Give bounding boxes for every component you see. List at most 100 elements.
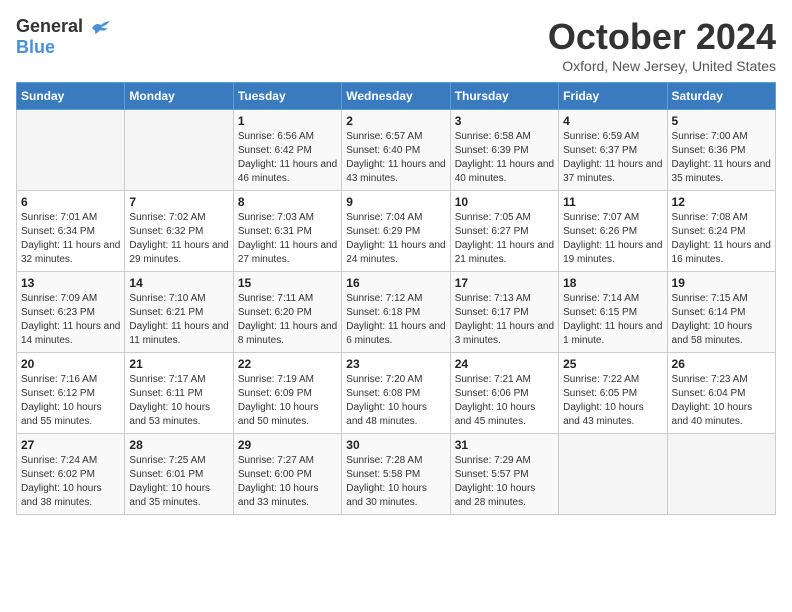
calendar-day-cell: 1 Sunrise: 6:56 AM Sunset: 6:42 PM Daylig… — [233, 110, 341, 191]
day-detail: Sunrise: 7:05 AM Sunset: 6:27 PM Dayligh… — [455, 211, 554, 267]
day-detail: Sunrise: 7:14 AM Sunset: 6:15 PM Dayligh… — [563, 292, 662, 348]
weekday-header: Thursday — [450, 83, 558, 110]
calendar-day-cell: 7 Sunrise: 7:02 AM Sunset: 6:32 PM Daylig… — [125, 191, 233, 272]
calendar-day-cell — [667, 434, 775, 515]
calendar-week-row: 20 Sunrise: 7:16 AM Sunset: 6:12 PM Dayli… — [17, 353, 776, 434]
calendar-day-cell: 13 Sunrise: 7:09 AM Sunset: 6:23 PM Dayli… — [17, 272, 125, 353]
day-number: 3 — [455, 114, 554, 128]
day-number: 31 — [455, 438, 554, 452]
day-detail: Sunrise: 7:19 AM Sunset: 6:09 PM Dayligh… — [238, 373, 337, 429]
day-number: 8 — [238, 195, 337, 209]
calendar-day-cell: 27Sunrise: 7:24 AM Sunset: 6:02 PM Dayli… — [17, 434, 125, 515]
calendar-day-cell: 9Sunrise: 7:04 AM Sunset: 6:29 PM Daylig… — [342, 191, 450, 272]
day-detail: Sunrise: 7:11 AM Sunset: 6:20 PM Dayligh… — [238, 292, 337, 348]
day-number: 23 — [346, 357, 445, 371]
calendar-day-cell: 30 Sunrise: 7:28 AM Sunset: 5:58 PM Dayli… — [342, 434, 450, 515]
day-number: 21 — [129, 357, 228, 371]
calendar-day-cell: 19 Sunrise: 7:15 AM Sunset: 6:14 PM Dayli… — [667, 272, 775, 353]
logo-blue-text: Blue — [16, 37, 55, 58]
day-detail: Sunrise: 7:22 AM Sunset: 6:05 PM Dayligh… — [563, 373, 662, 429]
day-detail: Sunrise: 7:09 AM Sunset: 6:23 PM Dayligh… — [21, 292, 120, 348]
day-number: 12 — [672, 195, 771, 209]
calendar-day-cell: 11 Sunrise: 7:07 AM Sunset: 6:26 PM Dayli… — [559, 191, 667, 272]
day-number: 30 — [346, 438, 445, 452]
calendar-day-cell: 24 Sunrise: 7:21 AM Sunset: 6:06 PM Dayli… — [450, 353, 558, 434]
location-text: Oxford, New Jersey, United States — [548, 58, 776, 74]
day-detail: Sunrise: 6:57 AM Sunset: 6:40 PM Dayligh… — [346, 130, 445, 186]
calendar-day-cell: 22 Sunrise: 7:19 AM Sunset: 6:09 PM Dayli… — [233, 353, 341, 434]
day-detail: Sunrise: 7:28 AM Sunset: 5:58 PM Dayligh… — [346, 454, 445, 510]
weekday-row: SundayMondayTuesdayWednesdayThursdayFrid… — [17, 83, 776, 110]
calendar-day-cell: 8 Sunrise: 7:03 AM Sunset: 6:31 PM Daylig… — [233, 191, 341, 272]
day-number: 6 — [21, 195, 120, 209]
day-detail: Sunrise: 7:21 AM Sunset: 6:06 PM Dayligh… — [455, 373, 554, 429]
day-number: 17 — [455, 276, 554, 290]
day-detail: Sunrise: 7:07 AM Sunset: 6:26 PM Dayligh… — [563, 211, 662, 267]
calendar-body: 1 Sunrise: 6:56 AM Sunset: 6:42 PM Daylig… — [17, 110, 776, 515]
calendar-day-cell: 21 Sunrise: 7:17 AM Sunset: 6:11 PM Dayli… — [125, 353, 233, 434]
calendar-week-row: 1 Sunrise: 6:56 AM Sunset: 6:42 PM Daylig… — [17, 110, 776, 191]
day-number: 18 — [563, 276, 662, 290]
calendar-day-cell: 29 Sunrise: 7:27 AM Sunset: 6:00 PM Dayli… — [233, 434, 341, 515]
calendar-day-cell: 25 Sunrise: 7:22 AM Sunset: 6:05 PM Dayli… — [559, 353, 667, 434]
weekday-header: Sunday — [17, 83, 125, 110]
calendar-table: SundayMondayTuesdayWednesdayThursdayFrid… — [16, 82, 776, 515]
day-number: 29 — [238, 438, 337, 452]
day-number: 28 — [129, 438, 228, 452]
day-number: 24 — [455, 357, 554, 371]
calendar-day-cell: 16Sunrise: 7:12 AM Sunset: 6:18 PM Dayli… — [342, 272, 450, 353]
calendar-day-cell — [125, 110, 233, 191]
calendar-day-cell: 3Sunrise: 6:58 AM Sunset: 6:39 PM Daylig… — [450, 110, 558, 191]
day-number: 16 — [346, 276, 445, 290]
calendar-day-cell: 12 Sunrise: 7:08 AM Sunset: 6:24 PM Dayli… — [667, 191, 775, 272]
day-detail: Sunrise: 7:08 AM Sunset: 6:24 PM Dayligh… — [672, 211, 771, 267]
day-detail: Sunrise: 7:27 AM Sunset: 6:00 PM Dayligh… — [238, 454, 337, 510]
day-detail: Sunrise: 7:00 AM Sunset: 6:36 PM Dayligh… — [672, 130, 771, 186]
calendar-day-cell: 28 Sunrise: 7:25 AM Sunset: 6:01 PM Dayli… — [125, 434, 233, 515]
day-number: 13 — [21, 276, 120, 290]
month-title: October 2024 — [548, 16, 776, 58]
calendar-day-cell: 15 Sunrise: 7:11 AM Sunset: 6:20 PM Dayli… — [233, 272, 341, 353]
calendar-header: SundayMondayTuesdayWednesdayThursdayFrid… — [17, 83, 776, 110]
day-detail: Sunrise: 7:25 AM Sunset: 6:01 PM Dayligh… — [129, 454, 228, 510]
day-detail: Sunrise: 7:24 AM Sunset: 6:02 PM Dayligh… — [21, 454, 120, 510]
day-detail: Sunrise: 7:03 AM Sunset: 6:31 PM Dayligh… — [238, 211, 337, 267]
day-detail: Sunrise: 7:02 AM Sunset: 6:32 PM Dayligh… — [129, 211, 228, 267]
day-detail: Sunrise: 7:17 AM Sunset: 6:11 PM Dayligh… — [129, 373, 228, 429]
calendar-day-cell: 26 Sunrise: 7:23 AM Sunset: 6:04 PM Dayli… — [667, 353, 775, 434]
day-detail: Sunrise: 6:56 AM Sunset: 6:42 PM Dayligh… — [238, 130, 337, 186]
day-number: 5 — [672, 114, 771, 128]
day-number: 22 — [238, 357, 337, 371]
day-detail: Sunrise: 7:23 AM Sunset: 6:04 PM Dayligh… — [672, 373, 771, 429]
day-number: 10 — [455, 195, 554, 209]
calendar-day-cell: 17 Sunrise: 7:13 AM Sunset: 6:17 PM Dayli… — [450, 272, 558, 353]
calendar-day-cell: 31Sunrise: 7:29 AM Sunset: 5:57 PM Dayli… — [450, 434, 558, 515]
logo: General Blue — [16, 16, 112, 58]
calendar-day-cell: 5 Sunrise: 7:00 AM Sunset: 6:36 PM Daylig… — [667, 110, 775, 191]
page-header: General Blue October 2024 Oxford, New Je… — [16, 16, 776, 74]
day-detail: Sunrise: 7:01 AM Sunset: 6:34 PM Dayligh… — [21, 211, 120, 267]
calendar-day-cell: 18 Sunrise: 7:14 AM Sunset: 6:15 PM Dayli… — [559, 272, 667, 353]
day-detail: Sunrise: 7:15 AM Sunset: 6:14 PM Dayligh… — [672, 292, 771, 348]
calendar-day-cell: 23 Sunrise: 7:20 AM Sunset: 6:08 PM Dayli… — [342, 353, 450, 434]
day-detail: Sunrise: 7:13 AM Sunset: 6:17 PM Dayligh… — [455, 292, 554, 348]
day-detail: Sunrise: 7:20 AM Sunset: 6:08 PM Dayligh… — [346, 373, 445, 429]
weekday-header: Saturday — [667, 83, 775, 110]
day-number: 1 — [238, 114, 337, 128]
weekday-header: Wednesday — [342, 83, 450, 110]
day-detail: Sunrise: 7:16 AM Sunset: 6:12 PM Dayligh… — [21, 373, 120, 429]
day-number: 15 — [238, 276, 337, 290]
calendar-week-row: 6 Sunrise: 7:01 AM Sunset: 6:34 PM Daylig… — [17, 191, 776, 272]
calendar-day-cell: 2Sunrise: 6:57 AM Sunset: 6:40 PM Daylig… — [342, 110, 450, 191]
day-detail: Sunrise: 6:59 AM Sunset: 6:37 PM Dayligh… — [563, 130, 662, 186]
day-detail: Sunrise: 7:04 AM Sunset: 6:29 PM Dayligh… — [346, 211, 445, 267]
weekday-header: Tuesday — [233, 83, 341, 110]
day-number: 11 — [563, 195, 662, 209]
day-number: 25 — [563, 357, 662, 371]
day-number: 19 — [672, 276, 771, 290]
calendar-day-cell: 20 Sunrise: 7:16 AM Sunset: 6:12 PM Dayli… — [17, 353, 125, 434]
calendar-day-cell — [559, 434, 667, 515]
day-number: 20 — [21, 357, 120, 371]
day-number: 26 — [672, 357, 771, 371]
day-number: 7 — [129, 195, 228, 209]
